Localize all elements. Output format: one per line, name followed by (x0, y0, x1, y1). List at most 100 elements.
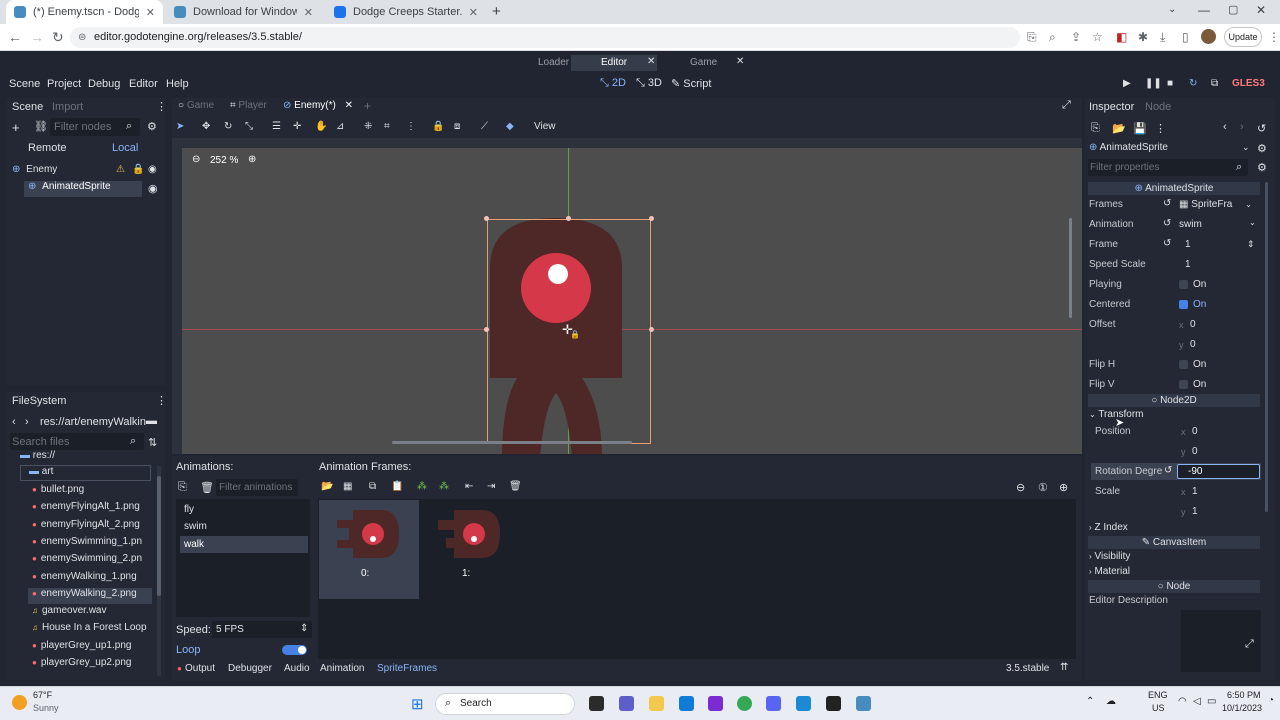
revert-icon[interactable]: ↺ (1163, 198, 1171, 209)
play-icon[interactable]: ▶ (1123, 78, 1131, 89)
chrome-icon[interactable] (737, 696, 752, 711)
camera-override-icon[interactable]: ◆ (506, 121, 514, 132)
wifi-icon[interactable]: ◠ (1178, 696, 1187, 707)
vscode-icon[interactable] (796, 696, 811, 711)
filter-animations-input[interactable]: Filter animations (216, 479, 298, 496)
move-right-icon[interactable]: ⇥ (487, 481, 495, 492)
save-resource-icon[interactable]: 💾 (1133, 122, 1147, 135)
update-button[interactable]: Update (1224, 27, 1262, 47)
fullscreen-icon[interactable]: ⤢ (1062, 99, 1071, 112)
new-animation-icon[interactable]: ⎘ (178, 481, 187, 494)
new-resource-icon[interactable]: ⎘ (1091, 122, 1100, 135)
script-attach-icon[interactable]: ⚙ (147, 120, 157, 133)
local-button[interactable]: Local (112, 142, 138, 154)
tree-node-animatedsprite[interactable]: ⊕ AnimatedSprite (24, 181, 142, 197)
warning-icon[interactable]: ⚠ (116, 164, 125, 175)
animation-item-swim[interactable]: swim (184, 521, 207, 532)
paste-icon[interactable]: 📋 (391, 481, 403, 492)
tab-output[interactable]: Output (185, 663, 215, 674)
close-tab-icon[interactable]: ✕ (146, 6, 155, 19)
file-item[interactable]: ● enemyWalking_1.png (28, 571, 152, 587)
minimize-icon[interactable]: — (1198, 3, 1210, 17)
window-close-icon[interactable]: ✕ (1256, 3, 1266, 17)
skeleton-icon[interactable]: ⟋ (481, 121, 488, 132)
frame-item-1[interactable]: 1: (422, 500, 522, 599)
filter-properties-input[interactable]: Filter properties ⌕ (1088, 159, 1248, 176)
remote-button[interactable]: Remote (28, 142, 67, 154)
sprite-sheet-icon[interactable]: ▦ (343, 481, 352, 492)
vertical-scrollbar[interactable] (1069, 218, 1072, 318)
tray-cloud-icon[interactable]: ☁ (1106, 696, 1116, 707)
animation-item-fly[interactable]: fly (184, 504, 194, 515)
resize-handle[interactable] (649, 327, 654, 332)
open-resource-icon[interactable]: 📂 (1112, 122, 1126, 135)
animation-item-walk[interactable]: walk (180, 536, 308, 553)
selected-node-path[interactable]: ⊕ AnimatedSprite ⌄ (1089, 142, 1259, 153)
menu-project[interactable]: Project (47, 78, 81, 90)
tab-search-icon[interactable]: ⌄ (1168, 4, 1176, 15)
speed-field[interactable]: 5 FPS ⇕ (212, 621, 312, 638)
tab-scene[interactable]: Scene (12, 101, 43, 113)
resize-handle[interactable] (649, 216, 654, 221)
centered-checkbox[interactable]: On (1179, 299, 1206, 310)
add-scene-icon[interactable]: + (364, 99, 371, 113)
speaker-icon[interactable]: ◁ (1193, 696, 1201, 707)
url-field[interactable]: ⊜ editor.godotengine.org/releases/3.5.st… (70, 27, 1020, 48)
playing-checkbox[interactable]: On (1179, 279, 1206, 290)
bookmark-star-icon[interactable]: ☆ (1092, 30, 1103, 44)
back-icon[interactable]: ‹ (12, 416, 16, 428)
browser-tab-zip[interactable]: Dodge Creeps Starter.zip ✕ (326, 0, 486, 24)
file-item[interactable]: ● enemyFlyingAlt_2.png (28, 519, 152, 535)
mode-3d-button[interactable]: ⤡ 3D (636, 77, 662, 90)
file-item[interactable]: ● playerGrey_up2.png (28, 657, 152, 673)
scene-tab-player[interactable]: ⌗ Player (230, 100, 267, 111)
canvas-viewport[interactable]: ✛ 🔒 ⊖ 252 % ⊕ (172, 138, 1082, 454)
tab-loader[interactable]: Loader (538, 55, 569, 71)
puzzle-icon[interactable]: ✱ (1138, 30, 1148, 44)
reload-icon[interactable]: ↻ (52, 29, 64, 46)
scale-tool-icon[interactable]: ⤡ (245, 121, 253, 132)
windows-start-icon[interactable]: ⊞ (411, 695, 424, 713)
visibility-eye-icon[interactable]: ◉ (148, 182, 158, 195)
offset-x-field[interactable]: 0 (1190, 319, 1196, 330)
menu-debug[interactable]: Debug (88, 78, 120, 90)
github-icon[interactable] (826, 696, 841, 711)
task-view-icon[interactable] (589, 696, 604, 711)
tab-import[interactable]: Import (52, 101, 83, 113)
insert-before-icon[interactable]: ⁂ (417, 481, 427, 492)
rotation-degrees-input[interactable]: -90 (1177, 464, 1260, 479)
stop-icon[interactable]: ■ (1167, 78, 1173, 89)
scale-x-field[interactable]: 1 (1192, 486, 1198, 497)
offset-y-field[interactable]: 0 (1190, 339, 1196, 350)
tab-editor[interactable]: Editor (571, 55, 658, 71)
close-tab-icon[interactable]: ✕ (469, 6, 478, 19)
new-tab-icon[interactable]: + (492, 3, 501, 20)
lock-icon[interactable]: 🔒 (432, 121, 444, 132)
file-item[interactable]: ● enemyWalking_2.png (28, 587, 152, 604)
browser-menu-icon[interactable]: ⋮ (1268, 30, 1280, 44)
visibility-group[interactable]: › Visibility (1089, 551, 1130, 562)
frames-resource-field[interactable]: ▦ SpriteFra ⌄ (1179, 199, 1252, 210)
app-icon[interactable] (708, 696, 723, 711)
extension-icon[interactable]: ◧ (1116, 30, 1127, 44)
resize-handle[interactable] (484, 327, 489, 332)
movie-icon[interactable]: ⧉ (1211, 78, 1218, 89)
close-icon[interactable]: ✕ (736, 56, 744, 67)
path-field[interactable]: res://art/enemyWalkin (40, 416, 146, 428)
zoom-icon[interactable]: ⌕ (1049, 30, 1056, 45)
search-files-input[interactable]: Search files ⌕ (10, 433, 144, 450)
renderer-label[interactable]: GLES3 (1232, 78, 1265, 89)
resize-handle[interactable] (566, 216, 571, 221)
pause-icon[interactable]: ❚❚ (1145, 78, 1162, 89)
scene-tab-game[interactable]: ○ Game (178, 100, 214, 111)
scrollbar-thumb[interactable] (157, 476, 161, 596)
view-menu[interactable]: View (534, 121, 556, 132)
snap-icon[interactable]: ⁜ (364, 121, 372, 132)
frame-field[interactable]: 1 ⇕ (1185, 239, 1261, 250)
load-frame-icon[interactable]: 📂 (321, 481, 333, 492)
mode-2d-button[interactable]: ⤡ 2D (600, 77, 626, 90)
scale-y-field[interactable]: 1 (1192, 506, 1198, 517)
history-icon[interactable]: ↺ (1257, 122, 1266, 135)
frame-item-0[interactable]: 0: (319, 500, 419, 599)
tab-filesystem[interactable]: FileSystem (12, 395, 66, 407)
